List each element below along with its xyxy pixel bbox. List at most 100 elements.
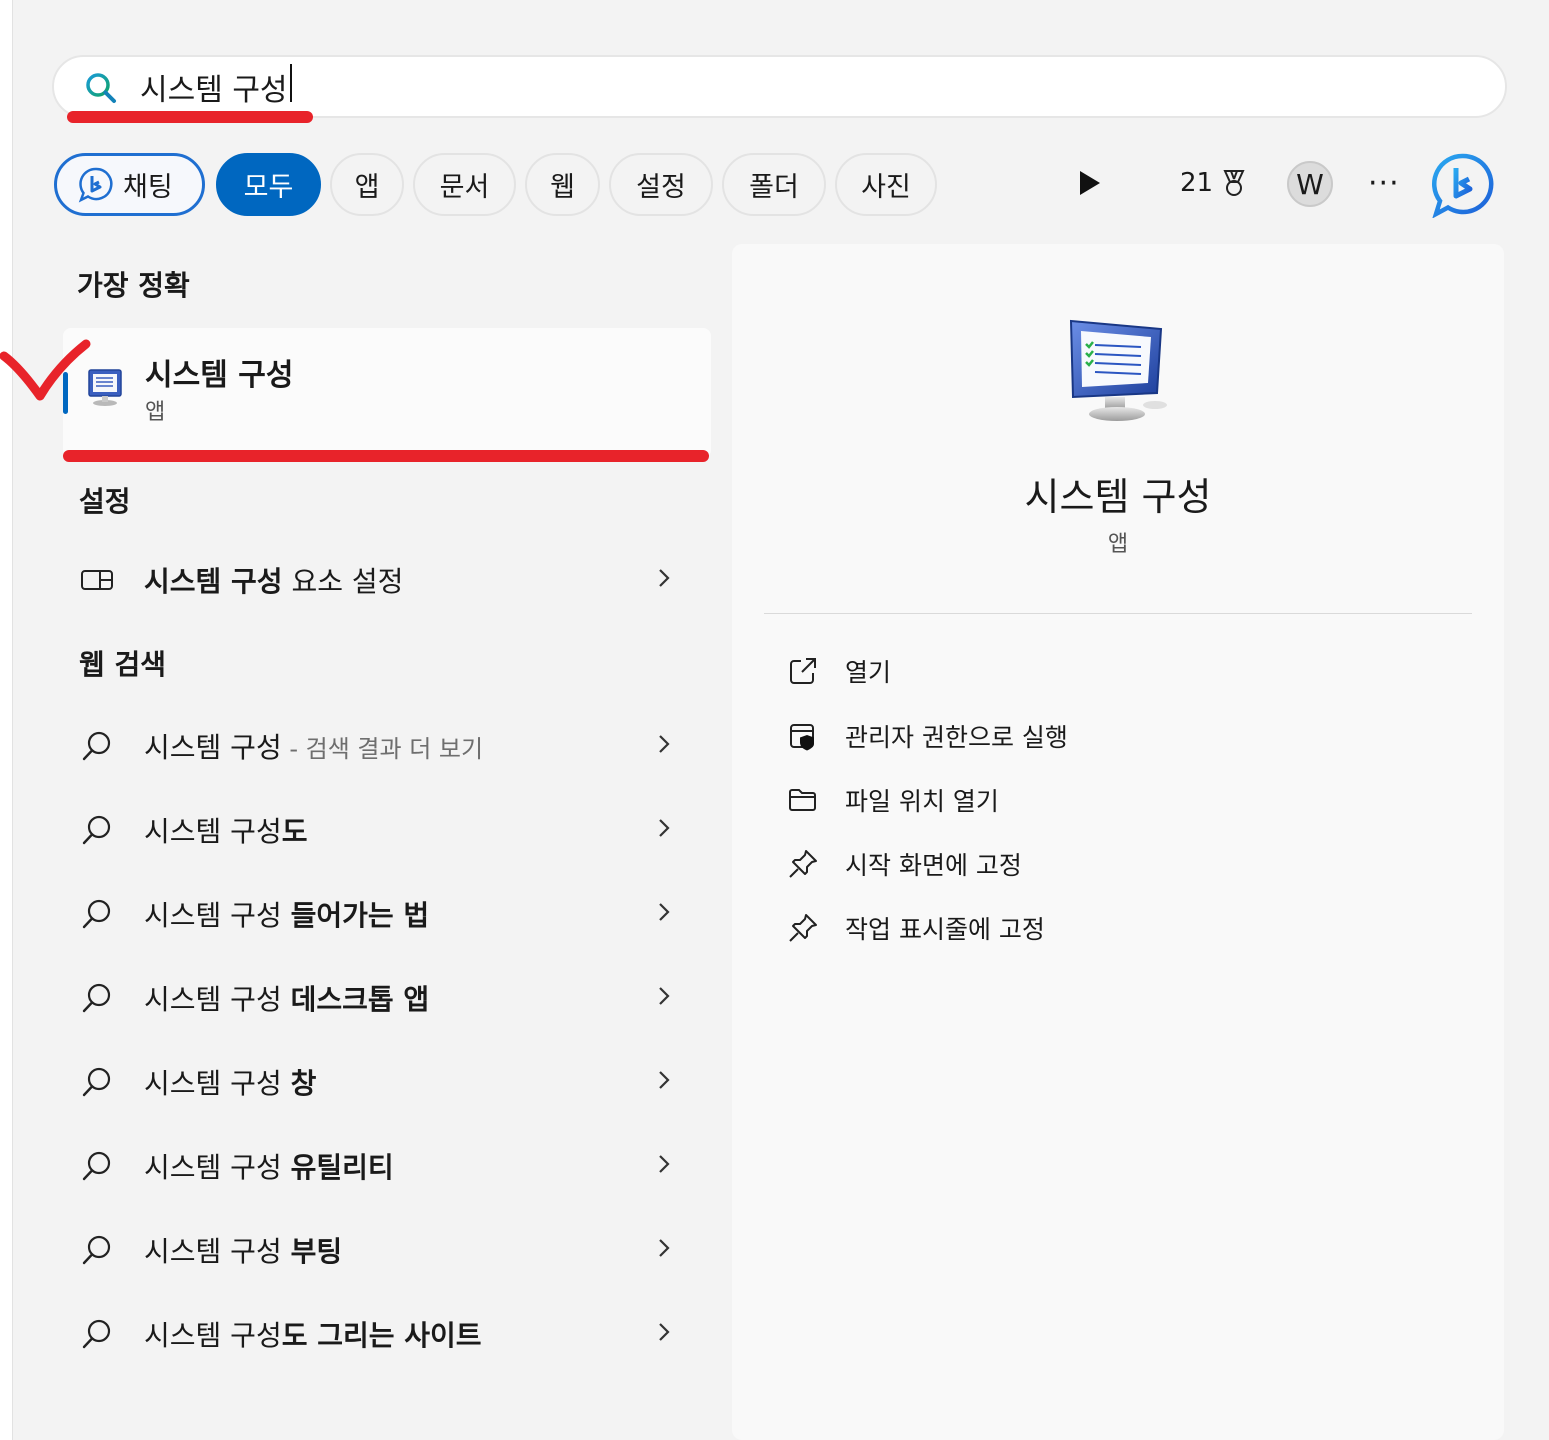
best-match-subtitle: 앱 bbox=[145, 400, 166, 425]
detail-pane: 시스템 구성 앱 열기 관리자 권한으로 실행 파일 위치 열기 시작 화면에 … bbox=[732, 244, 1504, 1440]
web-search-item[interactable]: 시스템 구성 창 bbox=[80, 1052, 700, 1112]
detail-title: 시스템 구성 bbox=[1024, 475, 1212, 519]
web-search-query: 시스템 구성 bbox=[144, 1319, 282, 1352]
settings-result-bold: 시스템 구성 bbox=[144, 565, 283, 598]
web-search-item[interactable]: 시스템 구성 - 검색 결과 더 보기 bbox=[80, 716, 700, 776]
search-icon bbox=[86, 73, 116, 103]
filter-folders-label: 폴더 bbox=[749, 172, 799, 203]
web-search-item-label: 시스템 구성 - 검색 결과 더 보기 bbox=[144, 726, 483, 766]
web-search-suggestion: 도 그리는 사이트 bbox=[281, 1319, 482, 1352]
chat-filter-button[interactable]: 채팅 bbox=[54, 153, 205, 216]
settings-panel-icon bbox=[81, 570, 113, 590]
action-run-as-admin[interactable]: 관리자 권한으로 실행 bbox=[787, 716, 1068, 756]
web-search-suggestion: 들어가는 법 bbox=[290, 899, 430, 932]
web-search-suggestion: 유틸리티 bbox=[290, 1151, 394, 1184]
search-icon bbox=[82, 983, 111, 1013]
search-icon bbox=[82, 731, 111, 761]
web-search-suggestion: 창 bbox=[290, 1067, 317, 1100]
web-search-item-label: 시스템 구성 데스크톱 앱 bbox=[144, 978, 429, 1018]
chevron-right-icon bbox=[659, 1323, 670, 1341]
search-box[interactable] bbox=[52, 55, 1507, 118]
admin-shield-icon bbox=[790, 724, 814, 751]
search-icon bbox=[82, 1319, 111, 1349]
system-configuration-large-icon bbox=[1069, 319, 1167, 421]
folder-icon bbox=[789, 789, 816, 811]
filter-folders[interactable]: 폴더 bbox=[722, 153, 826, 216]
filter-documents[interactable]: 문서 bbox=[413, 153, 516, 216]
chevron-right-icon bbox=[659, 1155, 670, 1173]
chevron-right-icon bbox=[659, 569, 670, 587]
web-search-item[interactable]: 시스템 구성도 bbox=[80, 800, 700, 860]
detail-divider bbox=[764, 613, 1472, 614]
pin-icon bbox=[789, 850, 817, 878]
filter-all[interactable]: 모두 bbox=[216, 153, 321, 216]
filter-apps[interactable]: 앱 bbox=[330, 153, 404, 216]
search-icon bbox=[82, 899, 111, 929]
bing-chat-icon bbox=[78, 167, 113, 203]
web-search-item[interactable]: 시스템 구성도 그리는 사이트 bbox=[80, 1304, 700, 1364]
web-search-query: 시스템 구성 bbox=[144, 983, 291, 1016]
web-search-item[interactable]: 시스템 구성 데스크톱 앱 bbox=[80, 968, 700, 1028]
avatar-initial: W bbox=[1296, 167, 1324, 201]
web-search-hint: - 검색 결과 더 보기 bbox=[281, 735, 484, 763]
chevron-right-icon bbox=[659, 735, 670, 753]
filter-documents-label: 문서 bbox=[439, 172, 490, 203]
web-search-item-label: 시스템 구성 유틸리티 bbox=[144, 1146, 394, 1186]
more-filters-arrow-icon[interactable] bbox=[1080, 171, 1100, 195]
filter-photos[interactable]: 사진 bbox=[835, 153, 937, 216]
web-search-item[interactable]: 시스템 구성 들어가는 법 bbox=[80, 884, 700, 944]
web-search-item[interactable]: 시스템 구성 부팅 bbox=[80, 1220, 700, 1280]
action-pin-to-taskbar-label: 작업 표시줄에 고정 bbox=[845, 915, 1045, 944]
best-match-heading: 가장 정확 bbox=[77, 269, 190, 302]
filter-settings[interactable]: 설정 bbox=[609, 153, 713, 216]
action-pin-to-start[interactable]: 시작 화면에 고정 bbox=[787, 844, 1022, 884]
filter-web-label: 웹 bbox=[550, 172, 575, 203]
web-search-item-label: 시스템 구성도 그리는 사이트 bbox=[144, 1314, 482, 1354]
annotation-checkmark bbox=[0, 339, 91, 401]
web-search-suggestion: 도 bbox=[281, 815, 308, 848]
pin-icon bbox=[789, 914, 817, 942]
search-icon bbox=[82, 815, 111, 845]
search-icon bbox=[82, 1151, 111, 1181]
settings-result-label: 시스템 구성 요소 설정 bbox=[144, 560, 403, 600]
chevron-right-icon bbox=[659, 1071, 670, 1089]
action-open-file-location[interactable]: 파일 위치 열기 bbox=[787, 780, 999, 820]
web-search-query: 시스템 구성 bbox=[144, 1151, 291, 1184]
search-icon bbox=[82, 1235, 111, 1265]
action-pin-to-taskbar[interactable]: 작업 표시줄에 고정 bbox=[787, 908, 1045, 948]
filter-web[interactable]: 웹 bbox=[525, 153, 600, 216]
web-search-item[interactable]: 시스템 구성 유틸리티 bbox=[80, 1136, 700, 1196]
chevron-right-icon bbox=[659, 819, 670, 837]
web-search-suggestion: 부팅 bbox=[290, 1235, 343, 1268]
medal-icon bbox=[1223, 170, 1245, 196]
chat-filter-label: 채팅 bbox=[123, 172, 173, 203]
more-icon: ··· bbox=[1368, 166, 1400, 201]
more-options-button[interactable]: ··· bbox=[1368, 166, 1400, 201]
rewards-points[interactable]: 21 bbox=[1180, 168, 1249, 198]
annotation-underline-result bbox=[63, 450, 709, 462]
web-search-item-label: 시스템 구성 부팅 bbox=[144, 1230, 342, 1270]
filter-settings-label: 설정 bbox=[636, 172, 686, 203]
filter-apps-label: 앱 bbox=[354, 172, 380, 203]
action-pin-to-start-label: 시작 화면에 고정 bbox=[845, 851, 1022, 880]
web-search-item-label: 시스템 구성도 bbox=[144, 810, 307, 850]
action-run-as-admin-label: 관리자 권한으로 실행 bbox=[845, 723, 1068, 752]
settings-result-item[interactable]: 시스템 구성 요소 설정 bbox=[80, 550, 700, 610]
action-open[interactable]: 열기 bbox=[787, 651, 891, 691]
web-search-query: 시스템 구성 bbox=[144, 731, 282, 764]
web-search-query: 시스템 구성 bbox=[144, 1235, 291, 1268]
chevron-right-icon bbox=[659, 987, 670, 1005]
bing-icon[interactable] bbox=[1430, 152, 1496, 218]
open-external-icon bbox=[790, 658, 816, 684]
web-search-query: 시스템 구성 bbox=[144, 1067, 291, 1100]
rewards-points-value: 21 bbox=[1180, 168, 1214, 198]
filter-photos-label: 사진 bbox=[861, 172, 911, 203]
best-match-result[interactable]: 시스템 구성 앱 bbox=[63, 328, 711, 458]
detail-subtitle: 앱 bbox=[1107, 532, 1129, 557]
web-search-query: 시스템 구성 bbox=[144, 899, 291, 932]
avatar[interactable]: W bbox=[1287, 161, 1333, 207]
search-icon bbox=[82, 1067, 111, 1097]
action-open-label: 열기 bbox=[845, 658, 892, 687]
search-input[interactable] bbox=[140, 63, 1440, 111]
settings-result-rest: 요소 설정 bbox=[282, 565, 404, 598]
